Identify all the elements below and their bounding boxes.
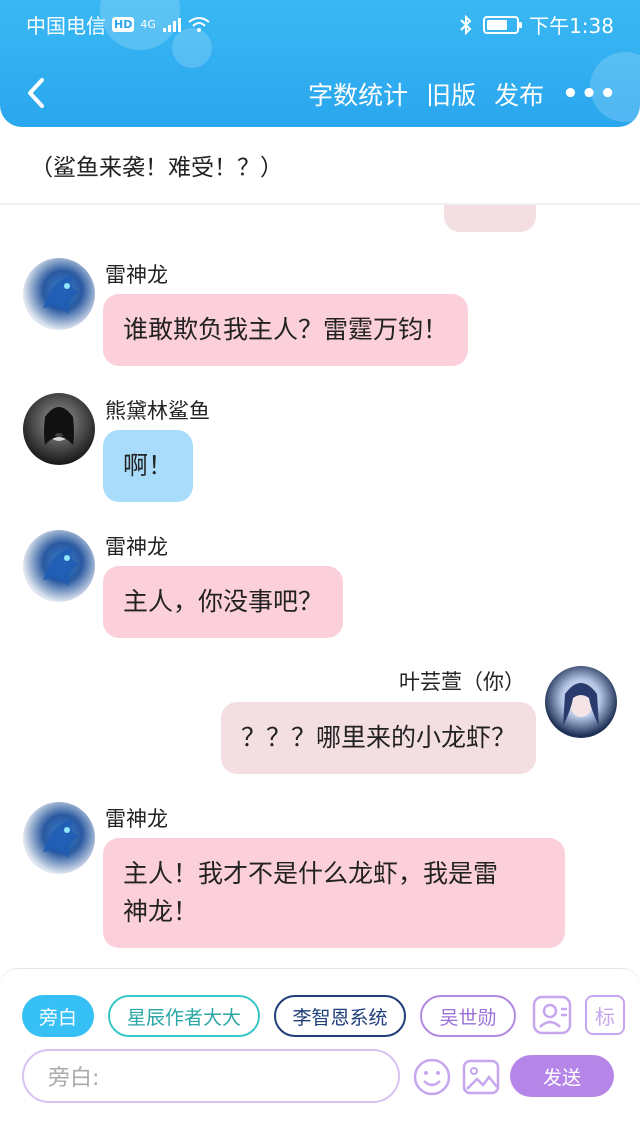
person-avatar-icon — [563, 683, 599, 726]
role-chip-author[interactable]: 星辰作者大大 — [108, 995, 260, 1037]
role-chip-narration[interactable]: 旁白 — [22, 995, 94, 1037]
character-manage-icon[interactable] — [532, 995, 572, 1035]
image-icon[interactable] — [461, 1057, 501, 1097]
chapter-subtitle: （鲨鱼来袭！难受！？） — [30, 155, 283, 181]
sender-name: 雷神龙 — [105, 263, 168, 287]
dragon-avatar-icon — [43, 820, 79, 858]
message-bubble-partial[interactable]: 啊！ — [444, 205, 536, 232]
role-chip-system[interactable]: 李智恩系统 — [274, 995, 406, 1037]
carrier-label: 中国电信 — [26, 14, 106, 38]
message-bubble[interactable]: 主人，你没事吧？ — [103, 566, 344, 638]
dragon-avatar-icon — [43, 548, 79, 586]
avatar[interactable] — [23, 258, 95, 330]
clock: 下午1:38 — [529, 14, 614, 38]
battery-fill — [487, 19, 507, 30]
tag-button[interactable]: 标 — [585, 995, 625, 1035]
person-avatar-icon — [44, 407, 74, 445]
avatar[interactable] — [23, 530, 95, 602]
battery-icon — [483, 15, 523, 34]
chevron-left-icon — [28, 78, 44, 108]
message-line: 主人！我才不是什么龙虾，我是雷 — [123, 859, 499, 888]
sender-name: 雷神龙 — [105, 807, 168, 831]
dragon-avatar-icon — [43, 276, 79, 314]
publish-button[interactable]: 发布 — [494, 76, 544, 112]
message-line: 神龙！ — [123, 897, 199, 926]
network-type: 4G — [140, 18, 156, 31]
nav-bar: 字数统计 旧版 发布 ••• — [0, 70, 640, 116]
wifi-icon — [188, 16, 210, 32]
sender-name: 叶芸萱（你） — [399, 670, 525, 694]
role-chip-wu[interactable]: 吴世勋 — [420, 995, 516, 1037]
message-bubble[interactable]: ？？？哪里来的小龙虾？ — [220, 702, 536, 774]
message-input[interactable]: 旁白: — [22, 1049, 400, 1103]
header: 中国电信 HD 4G 下午1:38 字数统计 旧版 发布 ••• — [0, 0, 640, 127]
message-bubble[interactable]: 啊！ — [103, 430, 194, 502]
more-icon[interactable]: ••• — [562, 79, 618, 109]
status-bar: 中国电信 HD 4G 下午1:38 — [0, 0, 640, 44]
self-avatar[interactable] — [545, 666, 617, 738]
composer: 旁白 星辰作者大大 李智恩系统 吴世勋 标 旁白: 发送 — [0, 968, 640, 1108]
word-count-button[interactable]: 字数统计 — [308, 76, 408, 112]
chat-list[interactable]: 啊！ 雷神龙 谁敢欺负我主人？雷霆万钧！ 熊黛林鲨鱼 啊！ 雷神龙 主人，你没事… — [0, 205, 640, 965]
avatar[interactable] — [23, 393, 95, 465]
sender-name: 熊黛林鲨鱼 — [105, 399, 210, 423]
tag-label: 标 — [595, 1004, 615, 1029]
message-bubble[interactable]: 谁敢欺负我主人？雷霆万钧！ — [103, 294, 469, 366]
sender-name: 雷神龙 — [105, 535, 168, 559]
old-version-button[interactable]: 旧版 — [426, 76, 476, 112]
send-button[interactable]: 发送 — [510, 1055, 614, 1097]
avatar[interactable] — [23, 802, 95, 874]
emoji-icon[interactable] — [412, 1057, 452, 1097]
hd-badge: HD — [112, 17, 135, 32]
signal-icon — [162, 17, 181, 32]
bluetooth-icon — [460, 14, 472, 35]
message-bubble[interactable]: 主人！我才不是什么龙虾，我是雷 神龙！ — [103, 838, 565, 948]
back-button[interactable] — [22, 75, 52, 111]
input-placeholder: 旁白: — [48, 1066, 100, 1091]
